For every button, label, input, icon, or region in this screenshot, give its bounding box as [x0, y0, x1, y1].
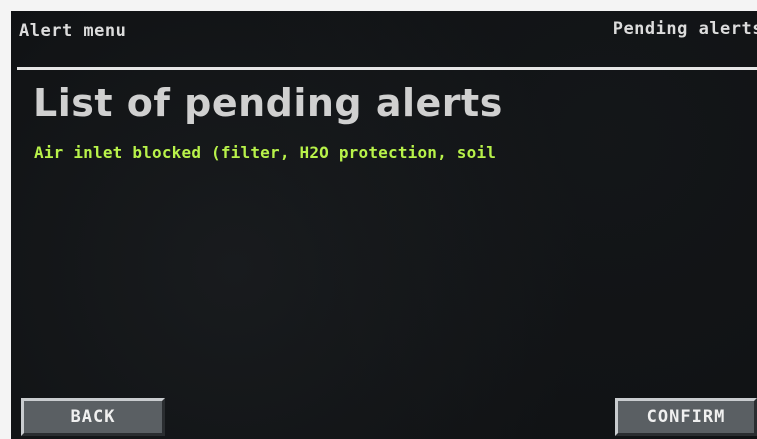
header-divider [17, 67, 757, 70]
menu-title: Alert menu [19, 21, 127, 41]
screen-name: Pending alerts [612, 19, 757, 39]
page-title: List of pending alerts [33, 81, 503, 125]
device-screen: Alert menu Pending alerts List of pendin… [11, 11, 757, 439]
back-button[interactable]: BACK [21, 398, 165, 436]
confirm-button[interactable]: CONFIRM [615, 398, 757, 436]
alert-list-item[interactable]: Air inlet blocked (filter, H2O protectio… [34, 143, 496, 162]
